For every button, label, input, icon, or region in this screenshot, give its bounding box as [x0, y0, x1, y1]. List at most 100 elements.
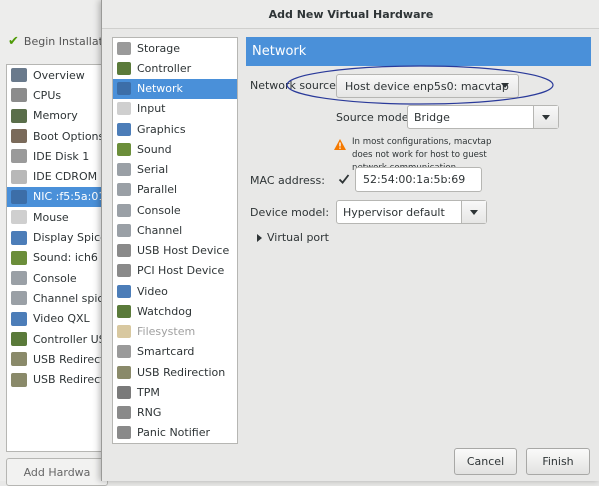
serial-icon	[117, 163, 131, 177]
panic-notifier-icon	[117, 426, 131, 440]
device-list-item[interactable]: USB Redirecto	[7, 349, 107, 369]
hardware-list-item-network[interactable]: Network	[113, 78, 237, 99]
source-mode-value: Bridge	[414, 110, 450, 124]
dialog-title: Add New Virtual Hardware	[102, 0, 599, 29]
device-model-label: Device model:	[250, 206, 330, 219]
hardware-list-item-label: Storage	[137, 41, 181, 55]
hardware-list-item-input[interactable]: Input	[113, 99, 237, 119]
device-list-item-label: IDE Disk 1	[33, 149, 90, 163]
hardware-list-item-label: Watchdog	[137, 304, 192, 318]
rng-icon	[117, 406, 131, 420]
sound-icon	[117, 142, 131, 156]
device-list-item[interactable]: Controller US	[7, 329, 107, 349]
device-list-item-label: Sound: ich6	[33, 251, 98, 265]
storage-icon	[117, 41, 131, 55]
device-list-item[interactable]: Video QXL	[7, 309, 107, 329]
network-source-select[interactable]: Host device enp5s0: macvtap	[336, 74, 519, 98]
device-list-item-label: Channel spice	[33, 291, 108, 305]
device-list-item[interactable]: Channel spice	[7, 288, 107, 308]
device-list-item[interactable]: Display Spice	[7, 227, 107, 247]
hardware-list-item-label: PCI Host Device	[137, 264, 225, 278]
hardware-list-item-pci-host-device[interactable]: PCI Host Device	[113, 261, 237, 281]
source-mode-dropdown-button[interactable]	[533, 106, 558, 128]
device-list-item[interactable]: Memory	[7, 106, 107, 126]
mac-address-checkbox[interactable]	[338, 173, 350, 185]
hardware-list-item-label: Smartcard	[137, 345, 195, 359]
finish-label: Finish	[542, 455, 574, 468]
hardware-list-item-storage[interactable]: Storage	[113, 38, 237, 58]
device-list-item[interactable]: Overview	[7, 65, 107, 85]
network-icon	[117, 82, 131, 96]
device-list-item[interactable]: CPUs	[7, 85, 107, 105]
hardware-list-item-label: Graphics	[137, 122, 186, 136]
finish-button[interactable]: Finish	[526, 448, 590, 475]
device-list-item[interactable]: IDE Disk 1	[7, 146, 107, 166]
controller-icon	[11, 332, 27, 346]
virtual-port-expander[interactable]: Virtual port	[257, 231, 329, 244]
device-list-item-label: Video QXL	[33, 312, 90, 326]
hardware-list-item-label: RNG	[137, 406, 162, 420]
smartcard-icon	[117, 345, 131, 359]
hardware-list-item-label: Console	[137, 203, 181, 217]
video-icon	[11, 311, 27, 326]
hardware-list-item-parallel[interactable]: Parallel	[113, 180, 237, 200]
hardware-list-item-controller[interactable]: Controller	[113, 58, 237, 78]
usb-redirection-icon	[11, 352, 27, 367]
hardware-list-item-graphics[interactable]: Graphics	[113, 119, 237, 139]
hardware-list-item-console[interactable]: Console	[113, 200, 237, 220]
device-list-item[interactable]: Mouse	[7, 207, 107, 227]
hardware-list-item-label: TPM	[137, 385, 160, 399]
mac-address-field[interactable]: 52:54:00:1a:5b:69	[355, 167, 482, 192]
hardware-list-item-panic-notifier[interactable]: Panic Notifier	[113, 423, 237, 443]
hardware-list-item-label: USB Redirection	[137, 365, 226, 379]
device-list-item-label: CPUs	[33, 88, 62, 102]
hardware-list-item-smartcard[interactable]: Smartcard	[113, 342, 237, 362]
hardware-list-item-label: Controller	[137, 61, 192, 75]
hardware-list-item-video[interactable]: Video	[113, 281, 237, 301]
source-mode-label: Source mode:	[336, 111, 413, 124]
device-list-item[interactable]: Sound: ich6	[7, 248, 107, 268]
hardware-list-item-watchdog[interactable]: Watchdog	[113, 301, 237, 321]
hardware-list-item-label: Sound	[137, 142, 172, 156]
device-list-item[interactable]: NIC :f5:5a:01	[7, 186, 107, 208]
device-model-combo[interactable]: Hypervisor default	[336, 200, 487, 224]
hardware-list-item-usb-host-device[interactable]: USB Host Device	[113, 241, 237, 261]
hardware-list-item-sound[interactable]: Sound	[113, 139, 237, 159]
mouse-icon	[11, 210, 27, 225]
hardware-list-item-usb-redirection[interactable]: USB Redirection	[113, 362, 237, 382]
hardware-list-item-rng[interactable]: RNG	[113, 403, 237, 423]
nic-icon	[11, 189, 27, 204]
device-list-item[interactable]: Console	[7, 268, 107, 288]
device-list-item[interactable]: USB Redirecto	[7, 369, 107, 389]
device-list: Overview CPUs Memory Boot Options IDE Disk 1…	[6, 64, 108, 452]
device-list-item[interactable]: IDE CDROM 1	[7, 166, 107, 186]
disk-icon	[11, 149, 27, 164]
pci-host-icon	[117, 264, 131, 278]
cancel-button[interactable]: Cancel	[454, 448, 517, 475]
overview-icon	[11, 68, 27, 83]
video-icon	[117, 284, 131, 298]
network-source-label: Network source:	[250, 79, 340, 92]
hardware-list-item-channel[interactable]: Channel	[113, 220, 237, 240]
hardware-list-item-label: Video	[137, 284, 168, 298]
boot-options-icon	[11, 129, 27, 144]
device-model-value: Hypervisor default	[343, 205, 445, 219]
network-source-value: Host device enp5s0: macvtap	[345, 79, 509, 93]
memory-icon	[11, 108, 27, 123]
begin-installation-button[interactable]: ✔ Begin Installatio	[8, 34, 113, 49]
source-mode-combo[interactable]: Bridge	[407, 105, 559, 129]
console-icon	[11, 271, 27, 286]
device-list-item[interactable]: Boot Options	[7, 126, 107, 146]
device-list-item-label: Memory	[33, 109, 78, 123]
cpu-icon	[11, 88, 27, 103]
panel-header: Network	[246, 37, 591, 66]
hardware-list-item-tpm[interactable]: TPM	[113, 382, 237, 402]
watchdog-icon	[117, 304, 131, 318]
device-model-dropdown-button[interactable]	[461, 201, 486, 223]
hardware-list-item-label: USB Host Device	[137, 244, 230, 258]
device-list-item-label: Console	[33, 271, 77, 285]
warning-icon	[334, 139, 346, 150]
hardware-list-item-serial[interactable]: Serial	[113, 160, 237, 180]
controller-icon	[117, 61, 131, 75]
add-hardware-button[interactable]: Add Hardwa	[6, 458, 108, 486]
